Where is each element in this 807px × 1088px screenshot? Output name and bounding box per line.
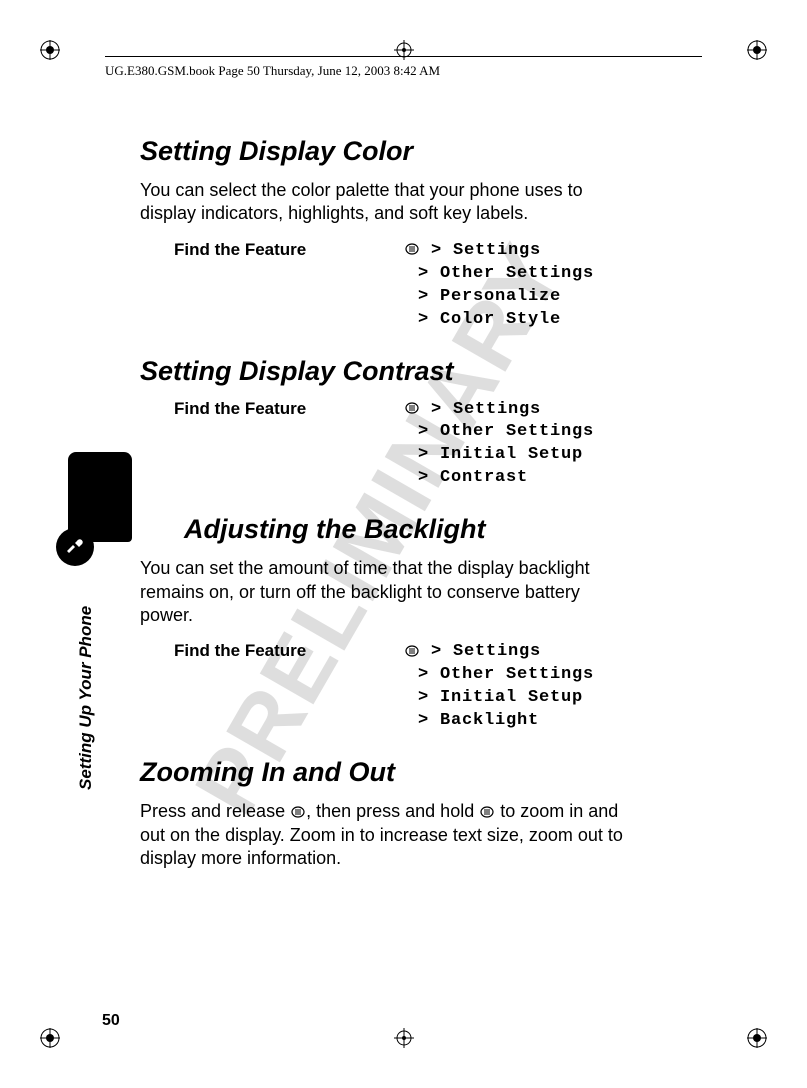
zoom-text-a: Press and release bbox=[140, 801, 290, 821]
feature-path: > Settings > Other Settings > Initial Se… bbox=[404, 399, 594, 491]
path-step: Other Settings bbox=[440, 665, 594, 684]
heading-backlight: Adjusting the Backlight bbox=[184, 514, 630, 545]
body-zoom: Press and release , then press and hold … bbox=[140, 800, 630, 870]
body-display-color: You can select the color palette that yo… bbox=[140, 179, 630, 226]
feature-block-contrast: Find the Feature > Settings > Other Sett… bbox=[140, 399, 630, 491]
path-step: Color Style bbox=[440, 310, 561, 329]
page-content: Setting Display Color You can select the… bbox=[140, 130, 630, 884]
zoom-text-b: , then press and hold bbox=[306, 801, 479, 821]
path-step: Settings bbox=[453, 241, 541, 260]
path-step: Personalize bbox=[440, 287, 561, 306]
feature-label: Find the Feature bbox=[140, 399, 404, 491]
heading-display-contrast: Setting Display Contrast bbox=[140, 356, 630, 387]
menu-key-icon bbox=[404, 644, 420, 658]
feature-block-color: Find the Feature > Settings > Other Sett… bbox=[140, 240, 630, 332]
path-step: Other Settings bbox=[440, 264, 594, 283]
side-section-label: Setting Up Your Phone bbox=[76, 606, 96, 790]
feature-label: Find the Feature bbox=[140, 641, 404, 733]
backlight-section: Adjusting the Backlight bbox=[140, 514, 630, 545]
path-step: Contrast bbox=[440, 468, 528, 487]
menu-key-icon bbox=[404, 242, 420, 256]
path-step: Settings bbox=[453, 642, 541, 661]
menu-key-icon bbox=[404, 401, 420, 415]
path-step: Backlight bbox=[440, 711, 539, 730]
crop-mark-icon bbox=[739, 1020, 767, 1048]
path-step: Initial Setup bbox=[440, 445, 583, 464]
crop-mark-icon bbox=[40, 1020, 68, 1048]
feature-path: > Settings > Other Settings > Personaliz… bbox=[404, 240, 594, 332]
feature-block-backlight: Find the Feature > Settings > Other Sett… bbox=[140, 641, 630, 733]
registration-mark-icon bbox=[394, 40, 414, 60]
path-step: Other Settings bbox=[440, 422, 594, 441]
page-number: 50 bbox=[102, 1012, 120, 1030]
crop-mark-icon bbox=[40, 40, 68, 68]
heading-zoom: Zooming In and Out bbox=[140, 757, 630, 788]
path-step: Initial Setup bbox=[440, 688, 583, 707]
menu-key-icon bbox=[290, 805, 306, 819]
registration-mark-icon bbox=[394, 1028, 414, 1048]
path-step: Settings bbox=[453, 400, 541, 419]
crop-mark-icon bbox=[739, 40, 767, 68]
tools-icon bbox=[56, 528, 94, 566]
body-backlight: You can set the amount of time that the … bbox=[140, 557, 630, 627]
header-text: UG.E380.GSM.book Page 50 Thursday, June … bbox=[105, 63, 440, 79]
menu-key-icon bbox=[479, 805, 495, 819]
feature-label: Find the Feature bbox=[140, 240, 404, 332]
feature-path: > Settings > Other Settings > Initial Se… bbox=[404, 641, 594, 733]
header-rule bbox=[105, 56, 702, 57]
heading-display-color: Setting Display Color bbox=[140, 136, 630, 167]
